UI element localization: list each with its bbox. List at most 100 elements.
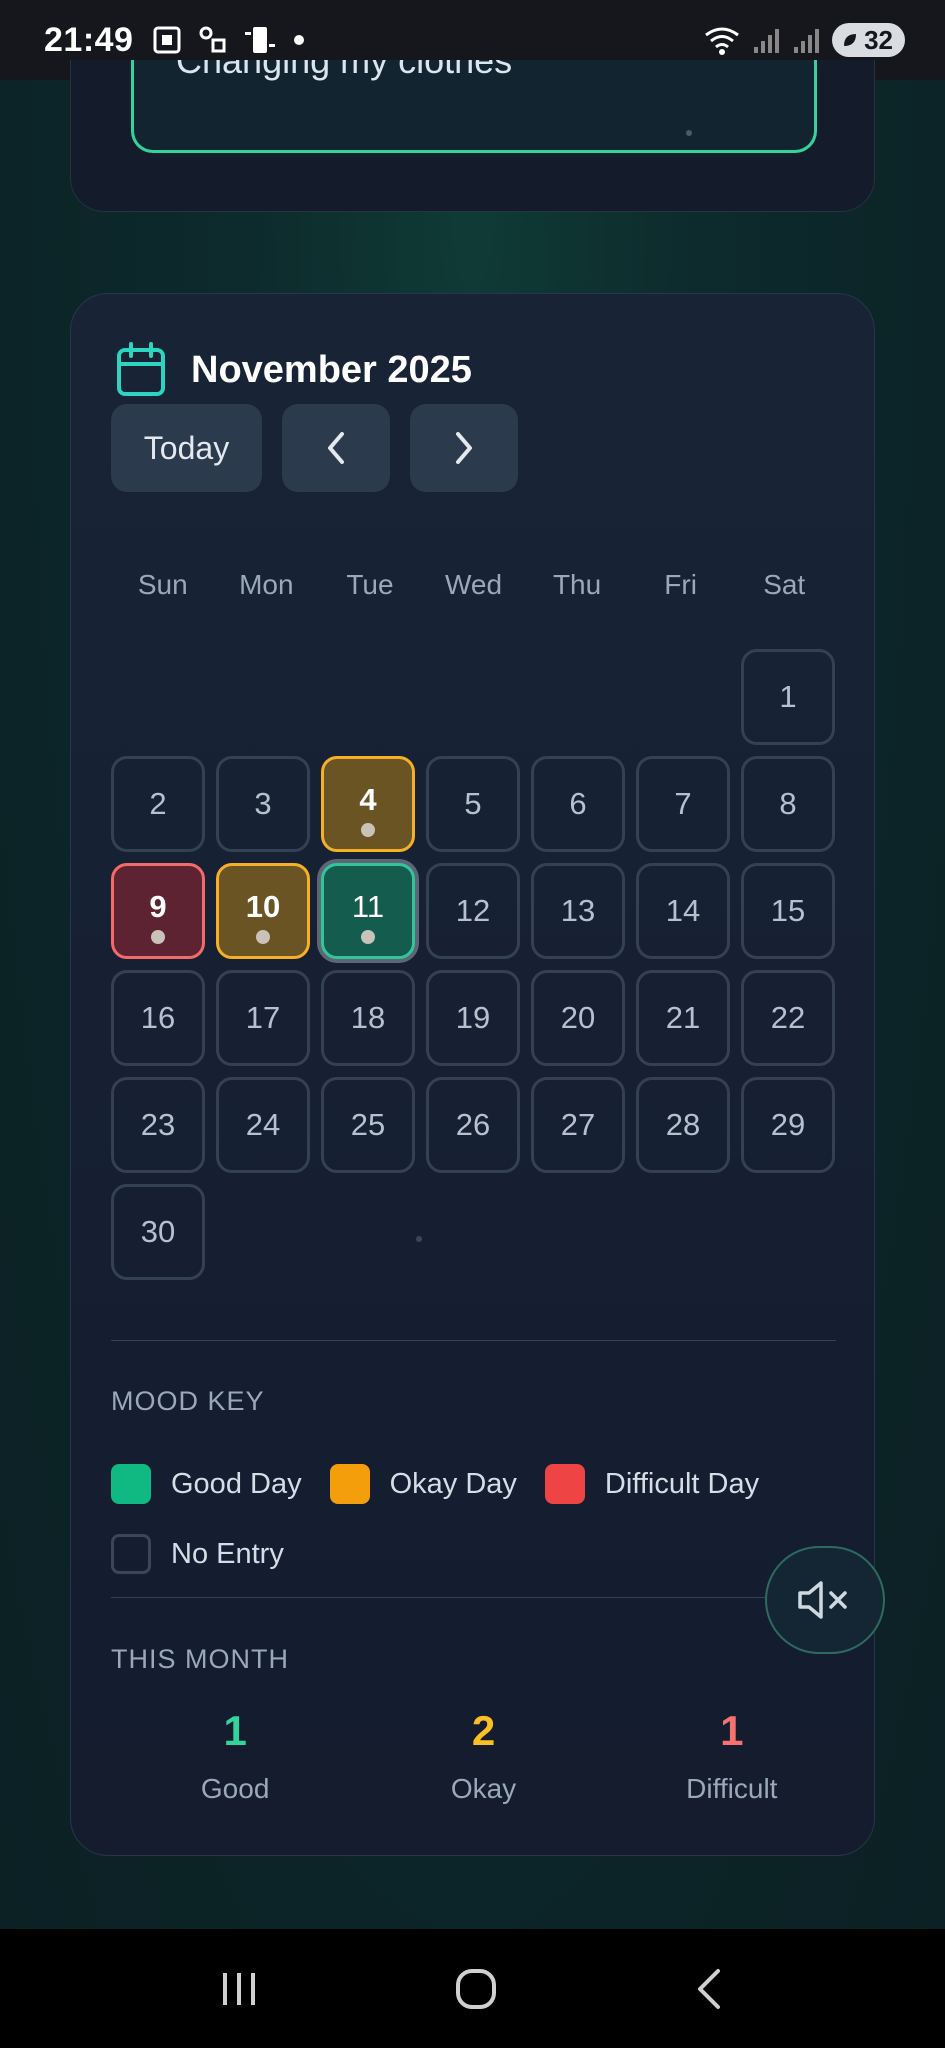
- calendar-day-30[interactable]: 30: [111, 1184, 205, 1280]
- calendar-day-4[interactable]: 4: [321, 756, 415, 852]
- calendar-day-20[interactable]: 20: [531, 970, 625, 1066]
- calendar-day-3[interactable]: 3: [216, 756, 310, 852]
- calendar-day-6[interactable]: 6: [531, 756, 625, 852]
- calendar-empty-cell: [321, 649, 415, 745]
- calendar-day-28[interactable]: 28: [636, 1077, 730, 1173]
- weekday-tue: Tue: [346, 569, 394, 600]
- day-number: 7: [674, 786, 692, 821]
- calendar-day-15[interactable]: 15: [741, 863, 835, 959]
- month-title: November 2025: [191, 348, 472, 391]
- entry-text-box[interactable]: Changing my clothes: [131, 60, 817, 153]
- calendar-day-1[interactable]: 1: [741, 649, 835, 745]
- calendar-day-22[interactable]: 22: [741, 970, 835, 1066]
- calendar-empty-cell: [111, 649, 205, 745]
- entry-dot: [256, 930, 270, 944]
- day-number: 25: [350, 1107, 386, 1142]
- this-month-heading: THIS MONTH: [111, 1644, 289, 1674]
- calendar-day-24[interactable]: 24: [216, 1077, 310, 1173]
- calendar-day-29[interactable]: 29: [741, 1077, 835, 1173]
- day-number: 9: [149, 889, 167, 924]
- day-number: 13: [560, 893, 596, 928]
- stat-okay: 2 Okay: [359, 1707, 607, 1805]
- entry-indicator-dot: [686, 130, 692, 136]
- calendar-day-27[interactable]: 27: [531, 1077, 625, 1173]
- battery-indicator: 32: [832, 23, 905, 57]
- calendar-day-21[interactable]: 21: [636, 970, 730, 1066]
- calendar-day-9[interactable]: 9: [111, 863, 205, 959]
- day-number: 1: [779, 679, 797, 714]
- no-entry-swatch: [111, 1534, 151, 1574]
- chevron-right-icon: [456, 432, 472, 464]
- day-number: 14: [665, 893, 701, 928]
- legend-difficult: Difficult Day: [544, 1464, 760, 1504]
- weekday-fri: Fri: [664, 569, 697, 600]
- day-number: 28: [665, 1107, 701, 1142]
- legend-no-entry: No Entry: [111, 1534, 284, 1574]
- calendar-grid: 1 2 3 4 5 6 7 8 9 10 11 12 13 14 15 16 17 18 19 20 21 22 23 24 2…: [111, 649, 845, 1280]
- day-number: 18: [350, 1000, 386, 1035]
- legend-okay: Okay Day: [329, 1464, 517, 1504]
- recents-icon[interactable]: [217, 1969, 261, 2009]
- calendar-header: November 2025: [115, 342, 472, 398]
- phone-sync-icon: [245, 27, 276, 53]
- okay-swatch: [329, 1464, 370, 1504]
- day-number: 29: [770, 1107, 806, 1142]
- calendar-day-19[interactable]: 19: [426, 970, 520, 1066]
- legend-difficult-label: Difficult Day: [604, 1467, 760, 1500]
- calendar-empty-cell: [531, 649, 625, 745]
- weekday-wed: Wed: [444, 569, 503, 600]
- legend-good-label: Good Day: [171, 1467, 302, 1500]
- calendar-day-14[interactable]: 14: [636, 863, 730, 959]
- calendar-empty-cell: [426, 649, 520, 745]
- day-number: 5: [464, 786, 482, 821]
- calendar-day-5[interactable]: 5: [426, 756, 520, 852]
- wifi-icon: [705, 27, 739, 55]
- calendar-day-11[interactable]: 11: [321, 863, 415, 959]
- stat-difficult-label: Difficult: [686, 1773, 778, 1804]
- screenshot-icon: [153, 26, 181, 54]
- day-number: 4: [359, 782, 377, 817]
- weekday-sun: Sun: [137, 569, 188, 600]
- battery-level: 32: [864, 24, 893, 55]
- previous-entry-card: Changing my clothes: [70, 60, 875, 212]
- legend-good: Good Day: [111, 1464, 302, 1504]
- day-number: 21: [665, 1000, 701, 1035]
- calendar-day-2[interactable]: 2: [111, 756, 205, 852]
- divider: [111, 1597, 836, 1598]
- home-icon[interactable]: [454, 1967, 498, 2011]
- calendar-empty-cell: [636, 649, 730, 745]
- weekday-sat: Sat: [763, 569, 806, 600]
- good-swatch: [111, 1464, 151, 1504]
- stat-good-label: Good: [200, 1773, 270, 1804]
- day-number: 17: [245, 1000, 281, 1035]
- day-number: 2: [149, 786, 167, 821]
- calendar-day-7[interactable]: 7: [636, 756, 730, 852]
- day-number: 26: [455, 1107, 491, 1142]
- calendar-day-25[interactable]: 25: [321, 1077, 415, 1173]
- weekday-mon: Mon: [239, 569, 294, 600]
- calendar-day-12[interactable]: 12: [426, 863, 520, 959]
- day-number: 23: [140, 1107, 176, 1142]
- calendar-day-23[interactable]: 23: [111, 1077, 205, 1173]
- calendar-day-10[interactable]: 10: [216, 863, 310, 959]
- calendar-day-17[interactable]: 17: [216, 970, 310, 1066]
- mute-button[interactable]: [765, 1546, 885, 1654]
- calendar-day-13[interactable]: 13: [531, 863, 625, 959]
- stat-okay-label: Okay: [450, 1773, 517, 1804]
- entry-text: Changing my clothes: [176, 60, 513, 81]
- calendar-day-26[interactable]: 26: [426, 1077, 520, 1173]
- next-month-button[interactable]: [410, 404, 518, 492]
- stat-difficult: 1 Difficult: [608, 1707, 856, 1805]
- calendar-day-8[interactable]: 8: [741, 756, 835, 852]
- back-icon[interactable]: [692, 1967, 728, 2011]
- day-number: 22: [770, 1000, 806, 1035]
- previous-month-button[interactable]: [282, 404, 390, 492]
- calendar-day-16[interactable]: 16: [111, 970, 205, 1066]
- difficult-swatch: [544, 1464, 585, 1504]
- notification-dot-icon: [294, 35, 305, 45]
- calendar-day-18[interactable]: 18: [321, 970, 415, 1066]
- day-number: 20: [560, 1000, 596, 1035]
- entry-dot: [361, 823, 375, 837]
- legend-no-entry-label: No Entry: [171, 1537, 284, 1570]
- today-button[interactable]: Today: [111, 404, 262, 492]
